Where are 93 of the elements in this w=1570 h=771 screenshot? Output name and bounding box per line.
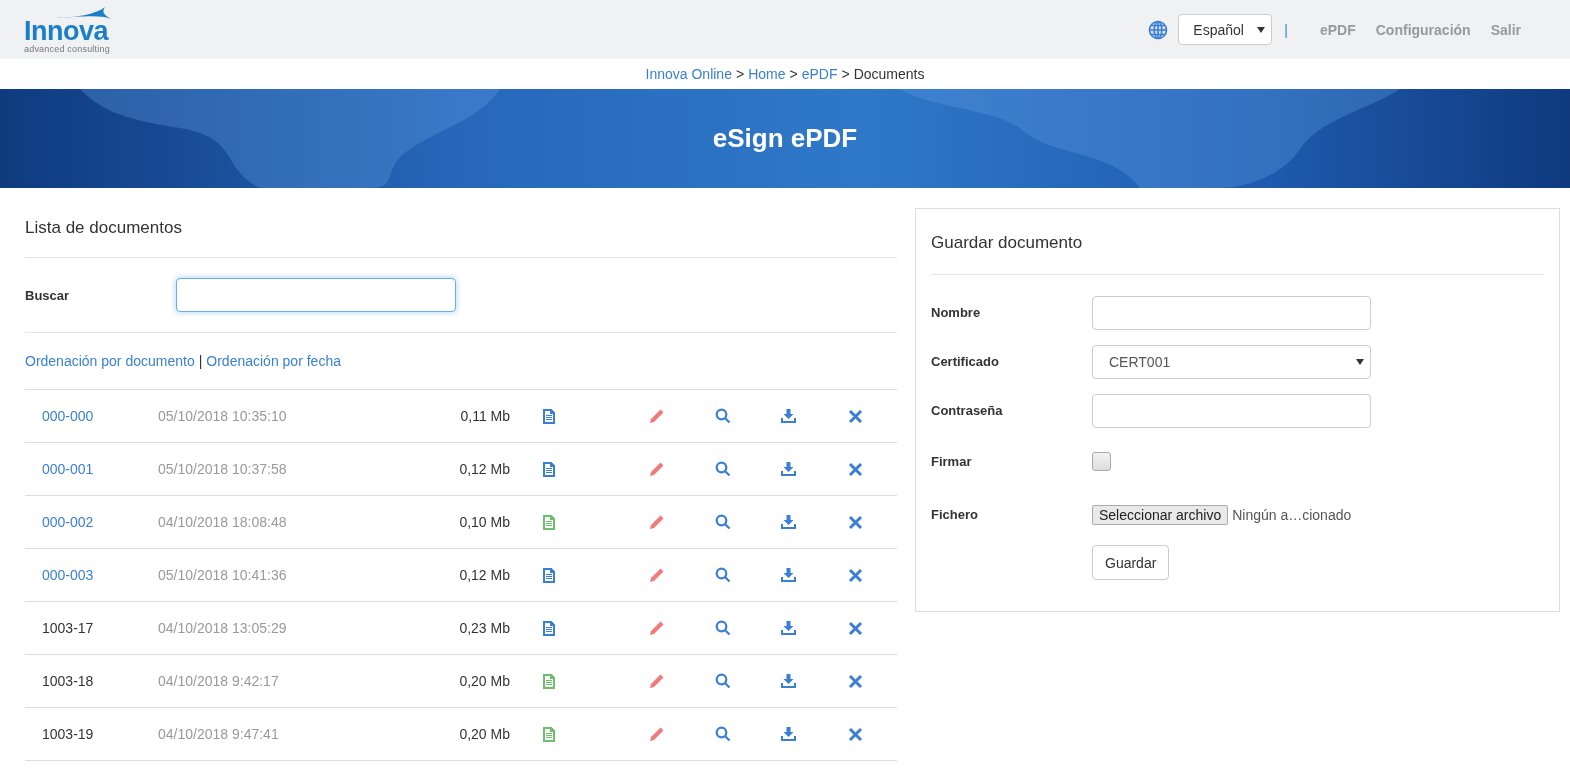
- breadcrumb-link[interactable]: ePDF: [801, 66, 838, 82]
- document-size: 0,12 Mb: [459, 461, 510, 477]
- search-icon[interactable]: [715, 620, 731, 636]
- nav-link[interactable]: ePDF: [1319, 21, 1356, 38]
- pencil-icon[interactable]: [649, 620, 665, 636]
- document-id: 1003-19: [42, 726, 94, 742]
- choose-file-button[interactable]: Seleccionar archivo: [1092, 504, 1229, 525]
- document-size: 0,12 Mb: [459, 567, 510, 583]
- close-icon[interactable]: [848, 408, 863, 424]
- pencil-icon[interactable]: [649, 408, 665, 424]
- close-icon[interactable]: [848, 673, 863, 689]
- download-icon[interactable]: [780, 567, 797, 583]
- caret-icon: [1257, 26, 1266, 33]
- name-input-field[interactable]: [1092, 295, 1371, 330]
- nav-separator: |: [1284, 21, 1288, 38]
- banner-title: eSign ePDF: [712, 123, 858, 154]
- nav-link[interactable]: Configuración: [1375, 21, 1471, 38]
- download-icon[interactable]: [780, 726, 797, 742]
- search-input-field[interactable]: [176, 278, 456, 312]
- password-input-field[interactable]: [1092, 393, 1371, 428]
- search-icon[interactable]: [715, 673, 731, 689]
- document-icon[interactable]: [543, 408, 555, 424]
- document-link[interactable]: 000-003: [42, 567, 94, 583]
- breadcrumb-text: >: [789, 66, 798, 82]
- search-icon[interactable]: [715, 408, 731, 424]
- breadcrumb-text: Documents: [853, 66, 925, 82]
- document-size: 0,20 Mb: [459, 726, 510, 742]
- document-size: 0,11 Mb: [460, 408, 510, 424]
- breadcrumb-link[interactable]: Innova Online: [645, 66, 732, 82]
- sign-checkbox[interactable]: [1092, 452, 1111, 471]
- certificate-select[interactable]: CERT001: [1092, 344, 1371, 379]
- document-icon[interactable]: [543, 461, 555, 477]
- pencil-icon[interactable]: [649, 567, 665, 583]
- language-select[interactable]: Español: [1178, 14, 1273, 45]
- pencil-icon[interactable]: [649, 726, 665, 742]
- document-date: 04/10/2018 18:08:48: [158, 514, 287, 530]
- pencil-icon[interactable]: [649, 514, 665, 530]
- breadcrumb-text: >: [735, 66, 745, 82]
- sort-link[interactable]: Ordenación por documento: [25, 353, 195, 369]
- save-button[interactable]: Guardar: [1092, 545, 1170, 580]
- caret-icon: [1356, 358, 1364, 365]
- save-document-title: Guardar documento: [931, 209, 1544, 275]
- logo-tagline: advanced consulting: [24, 44, 111, 54]
- document-icon[interactable]: [543, 567, 555, 583]
- document-icon[interactable]: [543, 620, 555, 636]
- search-icon[interactable]: [715, 514, 731, 530]
- search-icon[interactable]: [715, 461, 731, 477]
- file-name-text: Ningún a…cionado: [1232, 506, 1352, 523]
- document-link[interactable]: 000-002: [42, 514, 94, 530]
- field-label: Certificado: [931, 354, 1000, 369]
- pencil-icon[interactable]: [649, 673, 665, 689]
- download-icon[interactable]: [780, 620, 797, 636]
- download-icon[interactable]: [780, 461, 797, 477]
- document-date: 04/10/2018 9:47:41: [158, 726, 279, 742]
- download-icon[interactable]: [780, 408, 797, 424]
- close-icon[interactable]: [848, 620, 863, 636]
- close-icon[interactable]: [848, 461, 863, 477]
- field-label: Fichero: [931, 507, 979, 522]
- sort-link[interactable]: Ordenación por fecha: [206, 353, 341, 369]
- document-icon[interactable]: [543, 726, 555, 742]
- document-link[interactable]: 000-001: [42, 461, 94, 477]
- document-size: 0,23 Mb: [459, 620, 510, 636]
- document-date: 05/10/2018 10:37:58: [158, 461, 287, 477]
- document-size: 0,10 Mb: [459, 514, 510, 530]
- globe-icon: [1148, 19, 1169, 40]
- document-id: 1003-17: [42, 620, 94, 636]
- close-icon[interactable]: [848, 567, 863, 583]
- field-label: Nombre: [931, 305, 982, 320]
- field-label: Firmar: [931, 454, 973, 469]
- breadcrumb-text: >: [841, 66, 850, 82]
- document-date: 04/10/2018 13:05:29: [158, 620, 287, 636]
- download-icon[interactable]: [780, 673, 797, 689]
- breadcrumb-link[interactable]: Home: [748, 66, 786, 82]
- download-icon[interactable]: [780, 514, 797, 530]
- search-label: Buscar: [25, 287, 71, 303]
- sort-separator: |: [198, 353, 203, 369]
- close-icon[interactable]: [848, 514, 863, 530]
- logo-name: Innova: [24, 17, 108, 45]
- document-size: 0,20 Mb: [459, 673, 510, 689]
- document-id: 1003-18: [42, 673, 94, 689]
- field-label: Contraseña: [931, 403, 1004, 418]
- document-list-title: Lista de documentos: [25, 208, 897, 258]
- search-icon[interactable]: [715, 567, 731, 583]
- pencil-icon[interactable]: [649, 461, 665, 477]
- document-date: 05/10/2018 10:35:10: [158, 408, 287, 424]
- search-icon[interactable]: [715, 726, 731, 742]
- document-date: 05/10/2018 10:41:36: [158, 567, 287, 583]
- nav-link[interactable]: Salir: [1490, 21, 1521, 38]
- document-icon[interactable]: [543, 673, 555, 689]
- document-icon[interactable]: [543, 514, 555, 530]
- document-link[interactable]: 000-000: [42, 408, 94, 424]
- document-date: 04/10/2018 9:42:17: [158, 673, 279, 689]
- close-icon[interactable]: [848, 726, 863, 742]
